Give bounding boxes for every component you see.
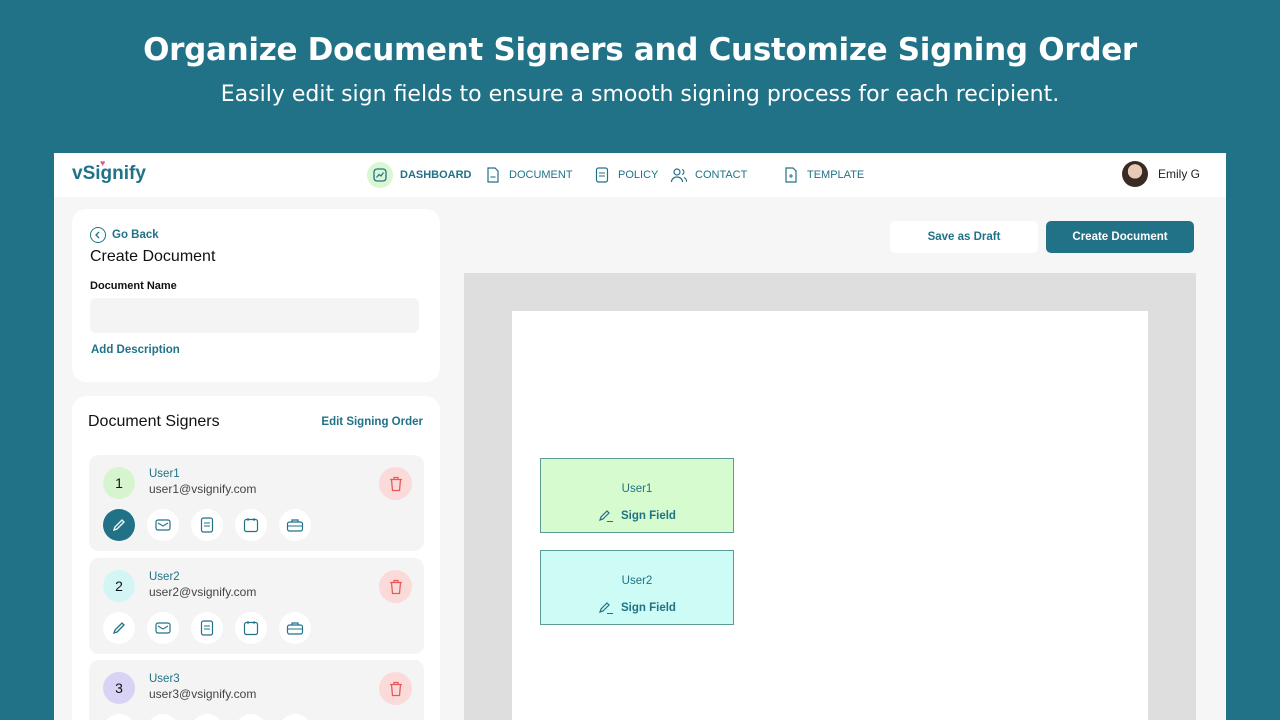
field-signer-name: User2 <box>621 575 653 587</box>
signer-tools <box>103 509 311 541</box>
signer-card-2: 2 User2 user2@vsignify.com <box>89 558 424 654</box>
field-type: Sign Field <box>541 601 733 615</box>
stamp-tool-button[interactable] <box>279 714 311 720</box>
signature-icon <box>112 622 125 635</box>
page-title: Create Document <box>90 248 216 265</box>
document-page: User1 Sign Field User2 Sign Field <box>512 311 1148 720</box>
email-tool-button[interactable] <box>147 612 179 644</box>
go-back-label: Go Back <box>112 229 159 241</box>
signer-order-badge: 1 <box>103 467 135 499</box>
delete-signer-button[interactable] <box>379 672 412 705</box>
field-type: Sign Field <box>541 509 733 523</box>
trash-icon <box>389 476 402 491</box>
field-type-label: Sign Field <box>621 602 676 614</box>
signature-icon <box>599 510 614 522</box>
chevron-left-icon <box>90 227 106 243</box>
nav-template-label: TEMPLATE <box>807 169 865 181</box>
document-icon <box>484 166 502 184</box>
nav-dashboard[interactable]: DASHBOARD <box>367 153 472 197</box>
vsignify-logo[interactable]: vSignify ♥ <box>72 158 146 185</box>
calendar-icon <box>243 621 259 636</box>
edit-signing-order-link[interactable]: Edit Signing Order <box>321 416 423 428</box>
nav-dashboard-label: DASHBOARD <box>400 169 472 181</box>
signer-name: User2 <box>149 571 180 583</box>
signature-tool-button[interactable] <box>103 509 135 541</box>
dashboard-icon <box>367 162 393 188</box>
stamp-icon <box>286 519 304 532</box>
sign-field-user1[interactable]: User1 Sign Field <box>540 458 734 533</box>
trash-icon <box>389 579 402 594</box>
email-tool-button[interactable] <box>147 509 179 541</box>
trash-icon <box>389 681 402 696</box>
hero-subtitle: Easily edit sign fields to ensure a smoo… <box>220 82 1060 107</box>
signature-icon <box>599 602 614 614</box>
document-canvas: User1 Sign Field User2 Sign Field <box>464 273 1196 720</box>
add-description-link[interactable]: Add Description <box>91 344 180 356</box>
signer-order-badge: 2 <box>103 570 135 602</box>
create-document-button[interactable]: Create Document <box>1046 221 1194 253</box>
signer-card-1: 1 User1 user1@vsignify.com <box>89 455 424 551</box>
signer-email: user2@vsignify.com <box>149 585 257 599</box>
signer-email: user1@vsignify.com <box>149 482 257 496</box>
field-type-label: Sign Field <box>621 510 676 522</box>
user-name: Emily G <box>1158 167 1200 181</box>
text-icon <box>200 620 214 636</box>
hero-title: Organize Document Signers and Customize … <box>143 32 1137 68</box>
signer-card-3: 3 User3 user3@vsignify.com <box>89 660 424 720</box>
document-signers-card: Document Signers Edit Signing Order 1 Us… <box>72 396 440 720</box>
nav-contact[interactable]: CONTACT <box>670 153 747 197</box>
nav-template[interactable]: TEMPLATE <box>782 153 864 197</box>
email-tool-button[interactable] <box>147 714 179 720</box>
stamp-tool-button[interactable] <box>279 612 311 644</box>
stamp-icon <box>286 622 304 635</box>
text-icon <box>200 517 214 533</box>
signature-tool-button[interactable] <box>103 714 135 720</box>
signer-email: user3@vsignify.com <box>149 687 257 701</box>
date-tool-button[interactable] <box>235 714 267 720</box>
signer-name: User3 <box>149 673 180 685</box>
nav-document-label: DOCUMENT <box>509 169 573 181</box>
date-tool-button[interactable] <box>235 509 267 541</box>
avatar <box>1122 161 1148 187</box>
contact-icon <box>670 166 688 184</box>
delete-signer-button[interactable] <box>379 570 412 603</box>
text-tool-button[interactable] <box>191 612 223 644</box>
signer-name: User1 <box>149 468 180 480</box>
document-name-label: Document Name <box>90 280 177 292</box>
top-navbar: vSignify ♥ DASHBOARD DOCUMENT POLICY CONT… <box>54 153 1226 197</box>
calendar-icon <box>243 518 259 533</box>
signer-tools <box>103 612 311 644</box>
create-document-card: Go Back Create Document Document Name Ad… <box>72 209 440 382</box>
heart-icon: ♥ <box>100 158 106 168</box>
text-tool-button[interactable] <box>191 714 223 720</box>
user-menu[interactable]: Emily G <box>1122 161 1200 187</box>
date-tool-button[interactable] <box>235 612 267 644</box>
signer-order-badge: 3 <box>103 672 135 704</box>
nav-policy-label: POLICY <box>618 169 659 181</box>
text-tool-button[interactable] <box>191 509 223 541</box>
stamp-tool-button[interactable] <box>279 509 311 541</box>
nav-document[interactable]: DOCUMENT <box>484 153 573 197</box>
mail-icon <box>155 519 171 531</box>
app-window: vSignify ♥ DASHBOARD DOCUMENT POLICY CONT… <box>54 153 1226 720</box>
save-as-draft-button[interactable]: Save as Draft <box>890 221 1038 253</box>
signers-title: Document Signers <box>88 413 220 430</box>
mail-icon <box>155 622 171 634</box>
signer-tools <box>103 714 311 720</box>
signature-icon <box>112 519 125 532</box>
field-signer-name: User1 <box>621 483 653 495</box>
sign-field-user2[interactable]: User2 Sign Field <box>540 550 734 625</box>
nav-contact-label: CONTACT <box>695 169 748 181</box>
go-back-link[interactable]: Go Back <box>90 227 159 243</box>
policy-icon <box>593 166 611 184</box>
nav-policy[interactable]: POLICY <box>593 153 658 197</box>
delete-signer-button[interactable] <box>379 467 412 500</box>
signature-tool-button[interactable] <box>103 612 135 644</box>
template-icon <box>782 166 800 184</box>
document-name-input[interactable] <box>90 298 419 333</box>
